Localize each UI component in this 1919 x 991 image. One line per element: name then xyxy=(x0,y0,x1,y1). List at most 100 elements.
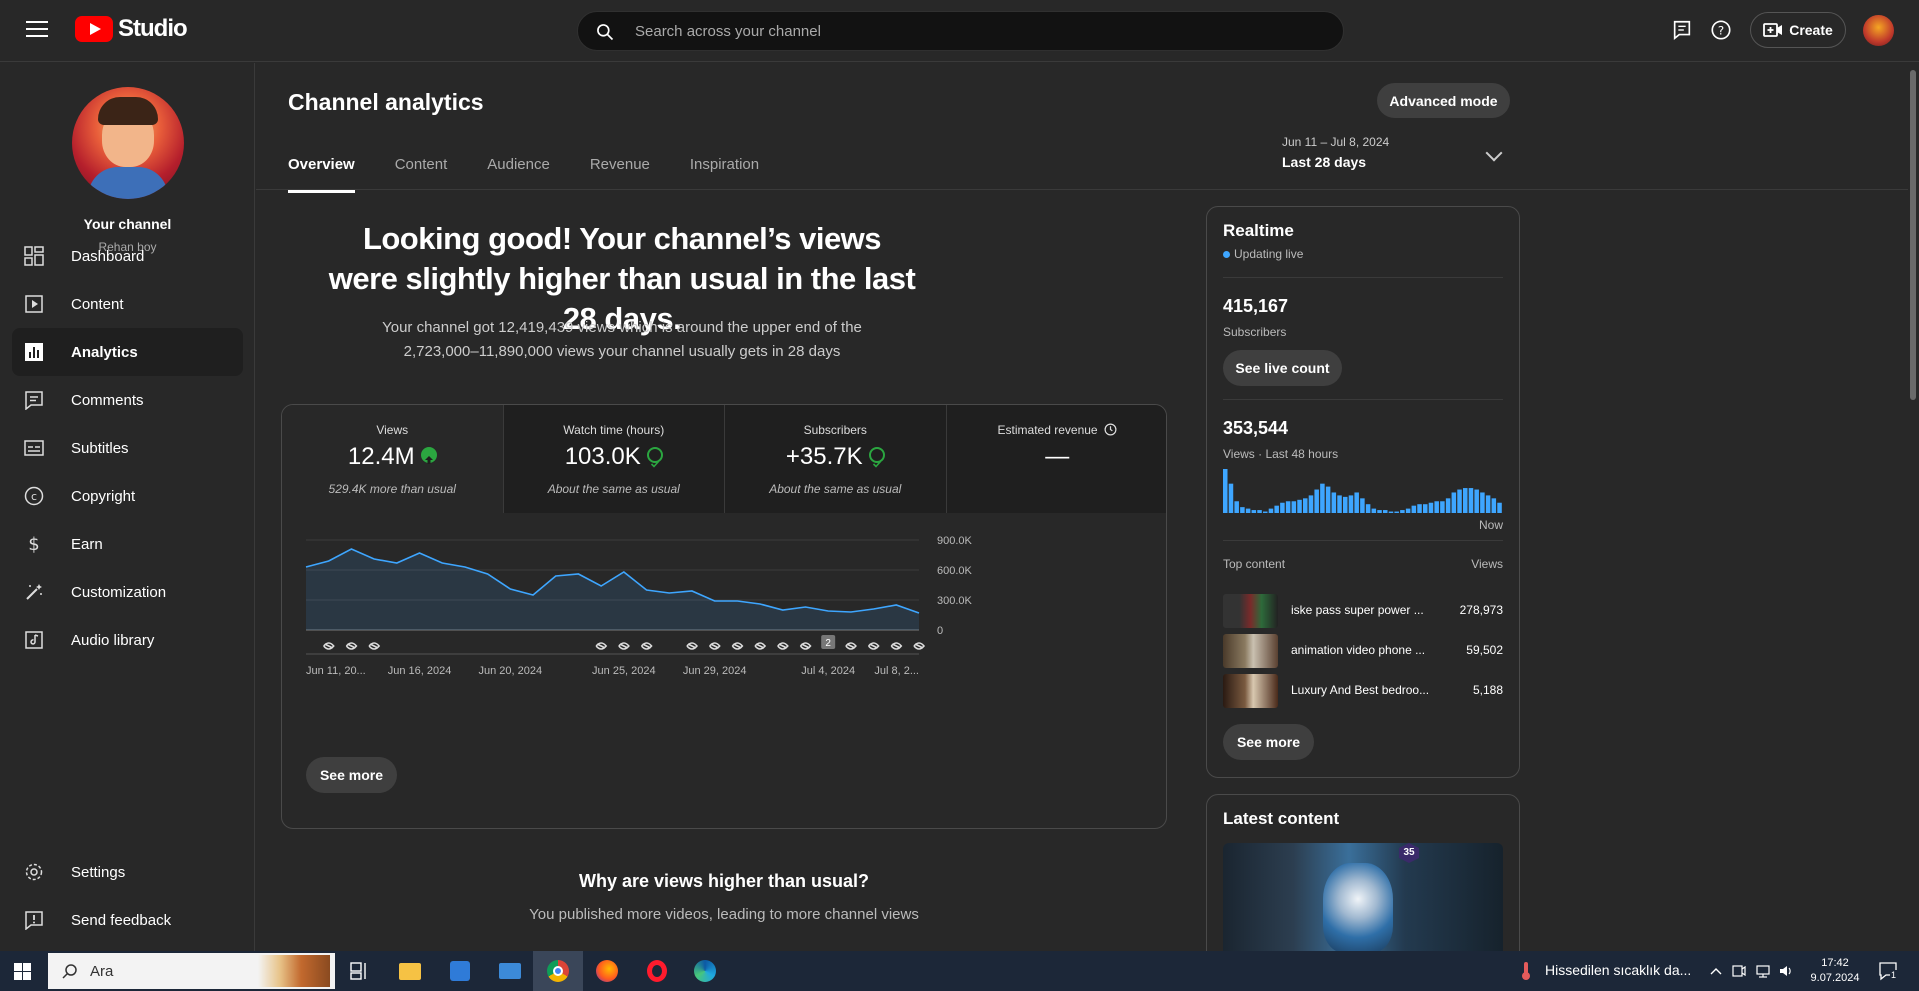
video-thumbnail xyxy=(1223,634,1278,668)
realtime-bar xyxy=(1394,511,1399,513)
video-title: iske pass super power ... xyxy=(1291,603,1424,617)
shorts-upload-icon xyxy=(323,642,335,650)
realtime-bar xyxy=(1423,504,1428,513)
file-explorer-icon[interactable] xyxy=(395,956,425,986)
sidebar-item-subtitles[interactable]: Subtitles xyxy=(12,424,243,472)
task-view-icon[interactable] xyxy=(345,956,375,986)
video-thumbnail xyxy=(1223,594,1278,628)
shorts-upload-icon xyxy=(754,642,767,650)
shorts-upload-icon xyxy=(913,642,926,650)
channel-title[interactable]: Your channel xyxy=(0,216,255,232)
opera-icon[interactable] xyxy=(642,956,672,986)
sidebar-item-dashboard[interactable]: Dashboard xyxy=(12,232,243,280)
realtime-bar xyxy=(1451,492,1457,513)
help-icon[interactable]: ? xyxy=(1710,19,1732,41)
latest-video-thumbnail[interactable]: 35 xyxy=(1223,843,1503,963)
create-label: Create xyxy=(1789,22,1833,38)
tab-revenue[interactable]: Revenue xyxy=(590,156,650,193)
sidebar-item-send-feedback[interactable]: Send feedback xyxy=(12,896,243,944)
realtime-bar xyxy=(1251,510,1257,513)
metric-watch-time[interactable]: Watch time (hours) 103.0K About the same… xyxy=(503,405,725,513)
thermometer-icon[interactable] xyxy=(1520,961,1532,981)
content-icon xyxy=(25,295,43,313)
video-title: Luxury And Best bedroo... xyxy=(1291,683,1430,697)
metric-label: Subscribers xyxy=(803,423,867,437)
x-tick-label: Jun 20, 2024 xyxy=(479,665,543,677)
notification-center-icon[interactable]: 1 xyxy=(1878,961,1898,981)
date-range-dates: Jun 11 – Jul 8, 2024 xyxy=(1282,135,1390,149)
metric-estimated-revenue[interactable]: Estimated revenue — xyxy=(946,405,1166,513)
hamburger-menu-icon[interactable] xyxy=(26,21,48,39)
realtime-views-bars[interactable] xyxy=(1223,469,1503,513)
realtime-bar xyxy=(1285,501,1291,513)
sidebar-item-analytics[interactable]: Analytics xyxy=(12,328,243,376)
realtime-bar xyxy=(1463,488,1468,513)
realtime-bar xyxy=(1274,505,1279,513)
x-tick-label: Jun 11, 20... xyxy=(306,665,366,677)
date-range-period: Last 28 days xyxy=(1282,154,1367,170)
tab-audience[interactable]: Audience xyxy=(487,156,550,193)
sidebar-item-label: Customization xyxy=(71,583,167,601)
realtime-bar xyxy=(1377,510,1382,513)
tab-content[interactable]: Content xyxy=(395,156,448,193)
realtime-bar xyxy=(1314,489,1319,513)
views-chart[interactable]: 900.0K 600.0K 300.0K 0 2 Jun 11, 20... Jun 16,… xyxy=(282,513,1167,713)
see-live-count-button[interactable]: See live count xyxy=(1223,350,1342,386)
edge-icon[interactable] xyxy=(690,956,720,986)
realtime-views-label: Views · Last 48 hours xyxy=(1223,447,1339,461)
realtime-bar xyxy=(1348,495,1354,513)
top-content-row[interactable]: animation video phone ... 59,502 xyxy=(1223,634,1503,668)
taskbar-clock[interactable]: 17:42 9.07.2024 xyxy=(1800,956,1870,986)
realtime-subscribers-value: 415,167 xyxy=(1223,296,1289,316)
earn-icon: $ xyxy=(28,534,39,554)
realtime-bar xyxy=(1474,489,1479,513)
windows-start-icon[interactable] xyxy=(14,963,31,980)
chart-see-more-button[interactable]: See more xyxy=(306,757,397,793)
sidebar-item-label: Audio library xyxy=(71,631,155,649)
realtime-see-more-button[interactable]: See more xyxy=(1223,724,1314,760)
metric-subscribers[interactable]: Subscribers +35.7K About the same as usu… xyxy=(725,405,947,513)
shorts-upload-icon xyxy=(867,642,880,650)
account-avatar[interactable] xyxy=(1863,15,1894,46)
realtime-bar xyxy=(1383,510,1388,513)
tab-inspiration[interactable]: Inspiration xyxy=(690,156,759,193)
sidebar-item-audio-library[interactable]: Audio library xyxy=(12,616,243,664)
sidebar-item-earn[interactable]: $ Earn xyxy=(12,520,243,568)
metric-label: Watch time (hours) xyxy=(563,423,665,437)
channel-avatar[interactable] xyxy=(72,87,184,199)
sidebar-item-copyright[interactable]: c Copyright xyxy=(12,472,243,520)
taskbar-search[interactable]: Ara xyxy=(48,953,335,989)
sidebar-item-content[interactable]: Content xyxy=(12,280,243,328)
search-bar[interactable] xyxy=(577,11,1344,51)
feedback-messages-icon[interactable] xyxy=(1671,19,1693,41)
chrome-icon[interactable] xyxy=(533,951,583,991)
create-button[interactable]: Create xyxy=(1750,12,1846,48)
network-icon[interactable] xyxy=(1755,963,1771,979)
mail-icon[interactable] xyxy=(495,956,525,986)
windows-taskbar: Ara Hissedilen sıcaklık da... 17:42 9.07… xyxy=(0,951,1919,991)
page-scrollbar[interactable] xyxy=(1910,70,1916,400)
date-range-picker[interactable]: Jun 11 – Jul 8, 2024 Last 28 days xyxy=(1282,135,1512,179)
x-tick-label: Jul 4, 2024 xyxy=(801,665,855,677)
weather-text[interactable]: Hissedilen sıcaklık da... xyxy=(1545,962,1691,978)
meet-now-icon[interactable] xyxy=(1732,963,1746,979)
volume-icon[interactable] xyxy=(1778,963,1794,979)
studio-logo[interactable]: Studio xyxy=(75,15,188,43)
search-icon xyxy=(597,24,614,41)
chevron-up-icon[interactable] xyxy=(1710,966,1722,976)
overview-chart-card: Views 12.4M 529.4K more than usual Watch… xyxy=(281,404,1167,829)
sidebar-item-settings[interactable]: Settings xyxy=(12,848,243,896)
realtime-bar xyxy=(1457,489,1462,513)
top-content-row[interactable]: Luxury And Best bedroo... 5,188 xyxy=(1223,674,1503,708)
advanced-mode-button[interactable]: Advanced mode xyxy=(1377,83,1510,118)
top-content-row[interactable]: iske pass super power ... 278,973 xyxy=(1223,594,1503,628)
search-input[interactable] xyxy=(633,22,1233,41)
sidebar-item-customization[interactable]: Customization xyxy=(12,568,243,616)
firefox-icon[interactable] xyxy=(592,956,622,986)
tab-overview[interactable]: Overview xyxy=(288,156,355,193)
microsoft-store-icon[interactable] xyxy=(445,956,475,986)
video-views: 5,188 xyxy=(1472,683,1503,697)
sidebar-item-label: Dashboard xyxy=(71,247,145,265)
sidebar-item-comments[interactable]: Comments xyxy=(12,376,243,424)
metric-views[interactable]: Views 12.4M 529.4K more than usual xyxy=(282,405,504,513)
